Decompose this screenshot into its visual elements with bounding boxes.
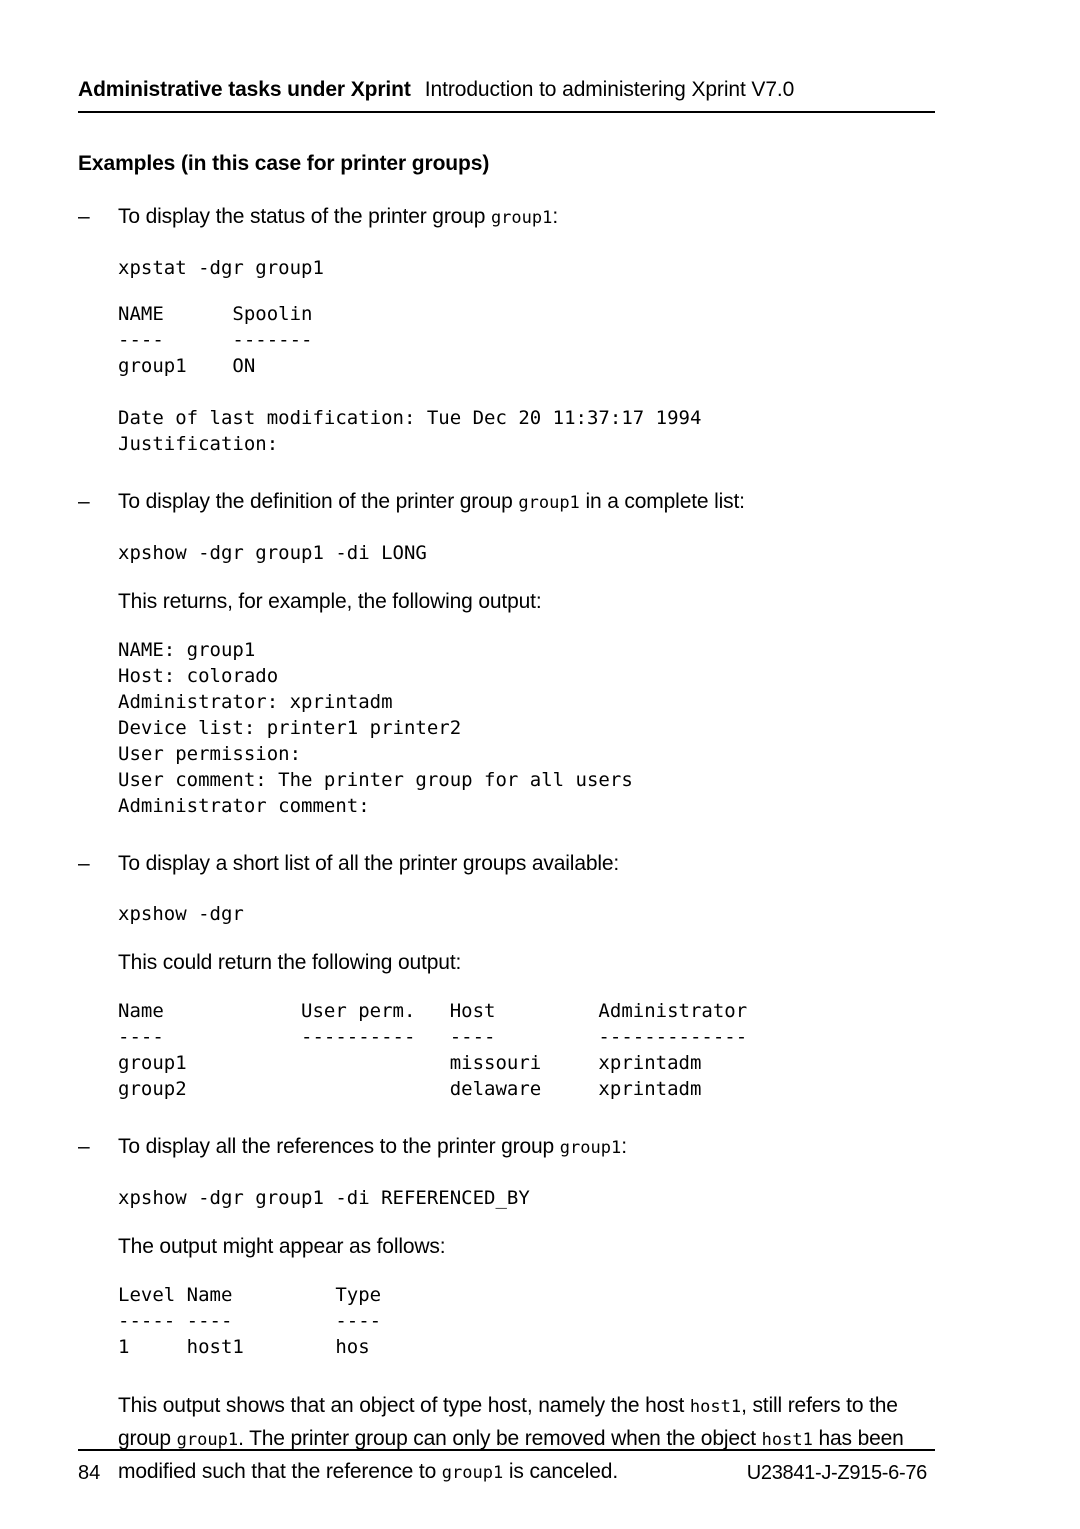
bullet-text-post: :	[621, 1135, 627, 1158]
bullet-item-definition: – To display the definition of the printe…	[78, 487, 948, 518]
bullet-text: To display a short list of all the print…	[118, 852, 620, 875]
intro-text-might-appear: The output might appear as follows:	[118, 1235, 446, 1258]
bullet-dash-icon: –	[78, 1135, 90, 1158]
intro-text-returns: This returns, for example, the following…	[118, 590, 542, 613]
closing-text-3: . The printer group can only be removed …	[238, 1427, 762, 1450]
inline-code-group1: group1	[518, 493, 580, 513]
bullet-item-status: – To display the status of the printer gr…	[78, 202, 948, 233]
footer-divider	[78, 1449, 935, 1451]
inline-code-host1: host1	[689, 1397, 742, 1417]
page-content: Examples (in this case for printer group…	[78, 152, 948, 1511]
document-id: U23841-J-Z915-6-76	[746, 1462, 928, 1484]
bullet-item-references: – To display all the references to the pr…	[78, 1132, 948, 1163]
output-referenced-by: Level Name Type ----- ---- ---- 1 host1 …	[118, 1284, 382, 1358]
running-header: Administrative tasks under Xprint Introd…	[78, 78, 935, 102]
command-xpshow-long: xpshow -dgr group1 -di LONG	[118, 542, 427, 564]
output-group-short-list: Name User perm. Host Administrator ---- …	[118, 1000, 748, 1100]
bullet-text-pre: To display all the references to the pri…	[118, 1135, 560, 1158]
inline-code-group1: group1	[176, 1430, 239, 1450]
output-xpstat-status: NAME Spoolin ---- ------- group1 ON Date…	[118, 303, 702, 455]
running-header-left: Administrative tasks under Xprint	[78, 78, 411, 101]
header-divider	[78, 111, 935, 113]
command-xpshow-dgr: xpshow -dgr	[118, 903, 244, 925]
bullet-dash-icon: –	[78, 852, 90, 875]
inline-code-group1: group1	[559, 1138, 622, 1158]
command-xpshow-referenced-by: xpshow -dgr group1 -di REFERENCED_BY	[118, 1187, 530, 1209]
inline-code-host1: host1	[761, 1430, 813, 1450]
section-title: Examples (in this case for printer group…	[78, 152, 490, 175]
document-page: Administrative tasks under Xprint Introd…	[0, 0, 1080, 1529]
bullet-text-pre: To display the status of the printer gro…	[118, 205, 491, 228]
closing-text-1: This output shows that an object of type…	[118, 1394, 690, 1417]
bullet-text-post: :	[552, 205, 559, 228]
bullet-dash-icon: –	[78, 205, 90, 228]
page-number: 84	[78, 1462, 101, 1484]
page-footer: 84 U23841-J-Z915-6-76	[78, 1462, 935, 1485]
bullet-dash-icon: –	[78, 490, 90, 513]
inline-code-group1: group1	[490, 208, 553, 228]
running-header-right: Introduction to administering Xprint V7.…	[424, 78, 795, 101]
bullet-text-pre: To display the definition of the printer…	[118, 490, 519, 513]
bullet-item-short-list: – To display a short list of all the prin…	[78, 849, 948, 879]
output-group-definition: NAME: group1 Host: colorado Administrato…	[118, 639, 633, 817]
bullet-text-post: in a complete list:	[579, 490, 745, 513]
command-xpstat: xpstat -dgr group1	[118, 257, 324, 279]
intro-text-could-return: This could return the following output:	[118, 951, 462, 974]
